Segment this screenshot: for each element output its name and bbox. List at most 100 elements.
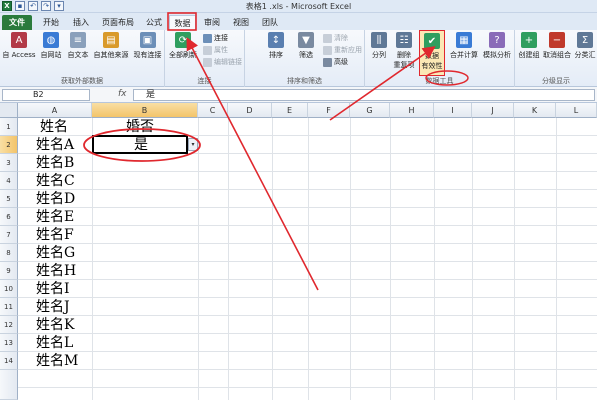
cell-a13[interactable]: 姓名L bbox=[36, 334, 73, 352]
row-header-14[interactable]: 14 bbox=[0, 352, 18, 370]
row-header-12[interactable]: 12 bbox=[0, 316, 18, 334]
tab-team[interactable]: 团队 bbox=[257, 15, 283, 30]
remove-duplicates-icon: ☷ bbox=[396, 32, 412, 48]
cell-a3[interactable]: 姓名B bbox=[36, 154, 74, 172]
cell-a1[interactable]: 姓名 bbox=[40, 118, 68, 136]
edit-links-button[interactable]: 编辑链接 bbox=[203, 57, 242, 67]
cell-a8[interactable]: 姓名G bbox=[36, 244, 75, 262]
reapply-icon bbox=[323, 45, 332, 55]
row-header-3[interactable]: 3 bbox=[0, 154, 18, 172]
column-header-d[interactable]: D bbox=[228, 103, 272, 118]
subtotal-label: 分类汇 bbox=[574, 51, 596, 59]
what-if-analysis-button[interactable]: ? 模拟分析 bbox=[481, 30, 513, 60]
cell-a12[interactable]: 姓名K bbox=[36, 316, 74, 334]
sort-icon: ↕ bbox=[268, 32, 284, 48]
column-header-g[interactable]: G bbox=[350, 103, 390, 118]
column-header-b[interactable]: B bbox=[92, 103, 198, 118]
row-header-2[interactable]: 2 bbox=[0, 136, 18, 154]
row-header-1[interactable]: 1 bbox=[0, 118, 18, 136]
cell-a14[interactable]: 姓名M bbox=[36, 352, 78, 370]
group-button[interactable]: + 创建组 bbox=[517, 30, 541, 60]
tab-file[interactable]: 文件 bbox=[2, 15, 32, 30]
column-header-k[interactable]: K bbox=[514, 103, 556, 118]
column-header-j[interactable]: J bbox=[472, 103, 514, 118]
column-header-l[interactable]: L bbox=[556, 103, 597, 118]
column-header-f[interactable]: F bbox=[308, 103, 350, 118]
column-header-c[interactable]: C bbox=[198, 103, 228, 118]
cell-a5[interactable]: 姓名D bbox=[36, 190, 75, 208]
tab-home[interactable]: 开始 bbox=[38, 15, 64, 30]
text-to-columns-button[interactable]: ⫼ 分列 bbox=[368, 30, 390, 60]
filter-label: 筛选 bbox=[299, 51, 313, 59]
tab-view[interactable]: 视图 bbox=[228, 15, 254, 30]
row-header-5[interactable]: 5 bbox=[0, 190, 18, 208]
tab-page-layout[interactable]: 页面布局 bbox=[98, 15, 138, 30]
from-other-sources-button[interactable]: ▤ 自其他来源 bbox=[92, 30, 130, 60]
row-header-9[interactable]: 9 bbox=[0, 262, 18, 280]
subtotal-icon: Σ bbox=[577, 32, 593, 48]
group-outline: + 创建组 − 取消组合 Σ 分类汇 分级显示 bbox=[515, 30, 597, 87]
cell-b1[interactable]: 婚否 bbox=[126, 118, 154, 136]
consolidate-icon: ▦ bbox=[456, 32, 472, 48]
group-label-outline: 分级显示 bbox=[542, 77, 570, 85]
column-header-h[interactable]: H bbox=[390, 103, 434, 118]
name-box[interactable]: B2 bbox=[2, 89, 90, 101]
sort-button[interactable]: ↕ 排序 bbox=[265, 30, 287, 60]
cell-a6[interactable]: 姓名E bbox=[36, 208, 74, 226]
cell-a4[interactable]: 姓名C bbox=[36, 172, 75, 190]
validation-dropdown-icon[interactable]: ▾ bbox=[188, 138, 198, 151]
consolidate-button[interactable]: ▦ 合并计算 bbox=[449, 30, 479, 60]
column-header-i[interactable]: I bbox=[434, 103, 472, 118]
cell-a10[interactable]: 姓名I bbox=[36, 280, 70, 298]
subtotal-button[interactable]: Σ 分类汇 bbox=[573, 30, 597, 60]
remove-duplicates-button[interactable]: ☷ 删除 重复项 bbox=[392, 30, 416, 70]
tab-review[interactable]: 审阅 bbox=[199, 15, 225, 30]
group-data-tools: ⫼ 分列 ☷ 删除 重复项 ✔ 数据 有效性 ▦ 合并计算 ? 模拟分析 数据工… bbox=[365, 30, 515, 87]
row-header-11[interactable]: 11 bbox=[0, 298, 18, 316]
from-web-button[interactable]: ◍ 自网站 bbox=[38, 30, 64, 60]
group-connections: ⟳ 全部刷新 连接 属性 编辑链接 连接 bbox=[165, 30, 245, 87]
filter-button[interactable]: ▼ 筛选 bbox=[295, 30, 317, 60]
column-header-a[interactable]: A bbox=[18, 103, 92, 118]
remove-duplicates-sublabel: 重复项 bbox=[393, 61, 415, 69]
properties-button[interactable]: 属性 bbox=[203, 45, 228, 55]
reapply-button[interactable]: 重新应用 bbox=[323, 45, 362, 55]
existing-connections-button[interactable]: ▣ 现有连接 bbox=[131, 30, 164, 60]
data-validation-label: 数据 bbox=[425, 52, 439, 60]
insert-function-icon[interactable]: fx bbox=[118, 89, 127, 99]
select-all-corner[interactable] bbox=[0, 103, 18, 118]
advanced-button[interactable]: 高级 bbox=[323, 57, 348, 67]
row-header-6[interactable]: 6 bbox=[0, 208, 18, 226]
tab-formulas[interactable]: 公式 bbox=[141, 15, 167, 30]
row-header-13[interactable]: 13 bbox=[0, 334, 18, 352]
window-title: 表格1 .xls - Microsoft Excel bbox=[245, 2, 352, 11]
cell-a7[interactable]: 姓名F bbox=[36, 226, 74, 244]
row-header-4[interactable]: 4 bbox=[0, 172, 18, 190]
clear-button[interactable]: 清除 bbox=[323, 33, 348, 43]
ribbon-tabs: 文件 开始 插入 页面布局 公式 数据 审阅 视图 团队 bbox=[0, 13, 597, 30]
formula-input[interactable]: 是 bbox=[133, 89, 595, 101]
row-header-10[interactable]: 10 bbox=[0, 280, 18, 298]
from-text-button[interactable]: ≡ 自文本 bbox=[65, 30, 91, 60]
connections-button[interactable]: 连接 bbox=[203, 33, 228, 43]
filter-icon: ▼ bbox=[298, 32, 314, 48]
row-header-8[interactable]: 8 bbox=[0, 244, 18, 262]
tab-data[interactable]: 数据 bbox=[169, 15, 196, 30]
data-validation-button[interactable]: ✔ 数据 有效性 bbox=[419, 30, 445, 76]
from-access-button[interactable]: A 自 Access bbox=[1, 30, 37, 60]
clear-icon bbox=[323, 33, 332, 43]
reapply-label: 重新应用 bbox=[334, 46, 362, 54]
ungroup-button[interactable]: − 取消组合 bbox=[542, 30, 572, 60]
cell-a11[interactable]: 姓名J bbox=[36, 298, 70, 316]
cell-a2[interactable]: 姓名A bbox=[36, 136, 74, 154]
refresh-all-button[interactable]: ⟳ 全部刷新 bbox=[167, 30, 199, 60]
text-file-icon: ≡ bbox=[70, 32, 86, 48]
tab-insert[interactable]: 插入 bbox=[68, 15, 94, 30]
ungroup-label: 取消组合 bbox=[543, 51, 571, 59]
row-header-7[interactable]: 7 bbox=[0, 226, 18, 244]
cell-b2[interactable]: 是 bbox=[134, 136, 148, 154]
column-header-e[interactable]: E bbox=[272, 103, 308, 118]
from-text-label: 自文本 bbox=[67, 51, 89, 59]
cell-a9[interactable]: 姓名H bbox=[36, 262, 76, 280]
worksheet-grid[interactable]: A B C D E F G H I J K L 1 2 3 4 5 6 7 8 … bbox=[0, 103, 597, 400]
